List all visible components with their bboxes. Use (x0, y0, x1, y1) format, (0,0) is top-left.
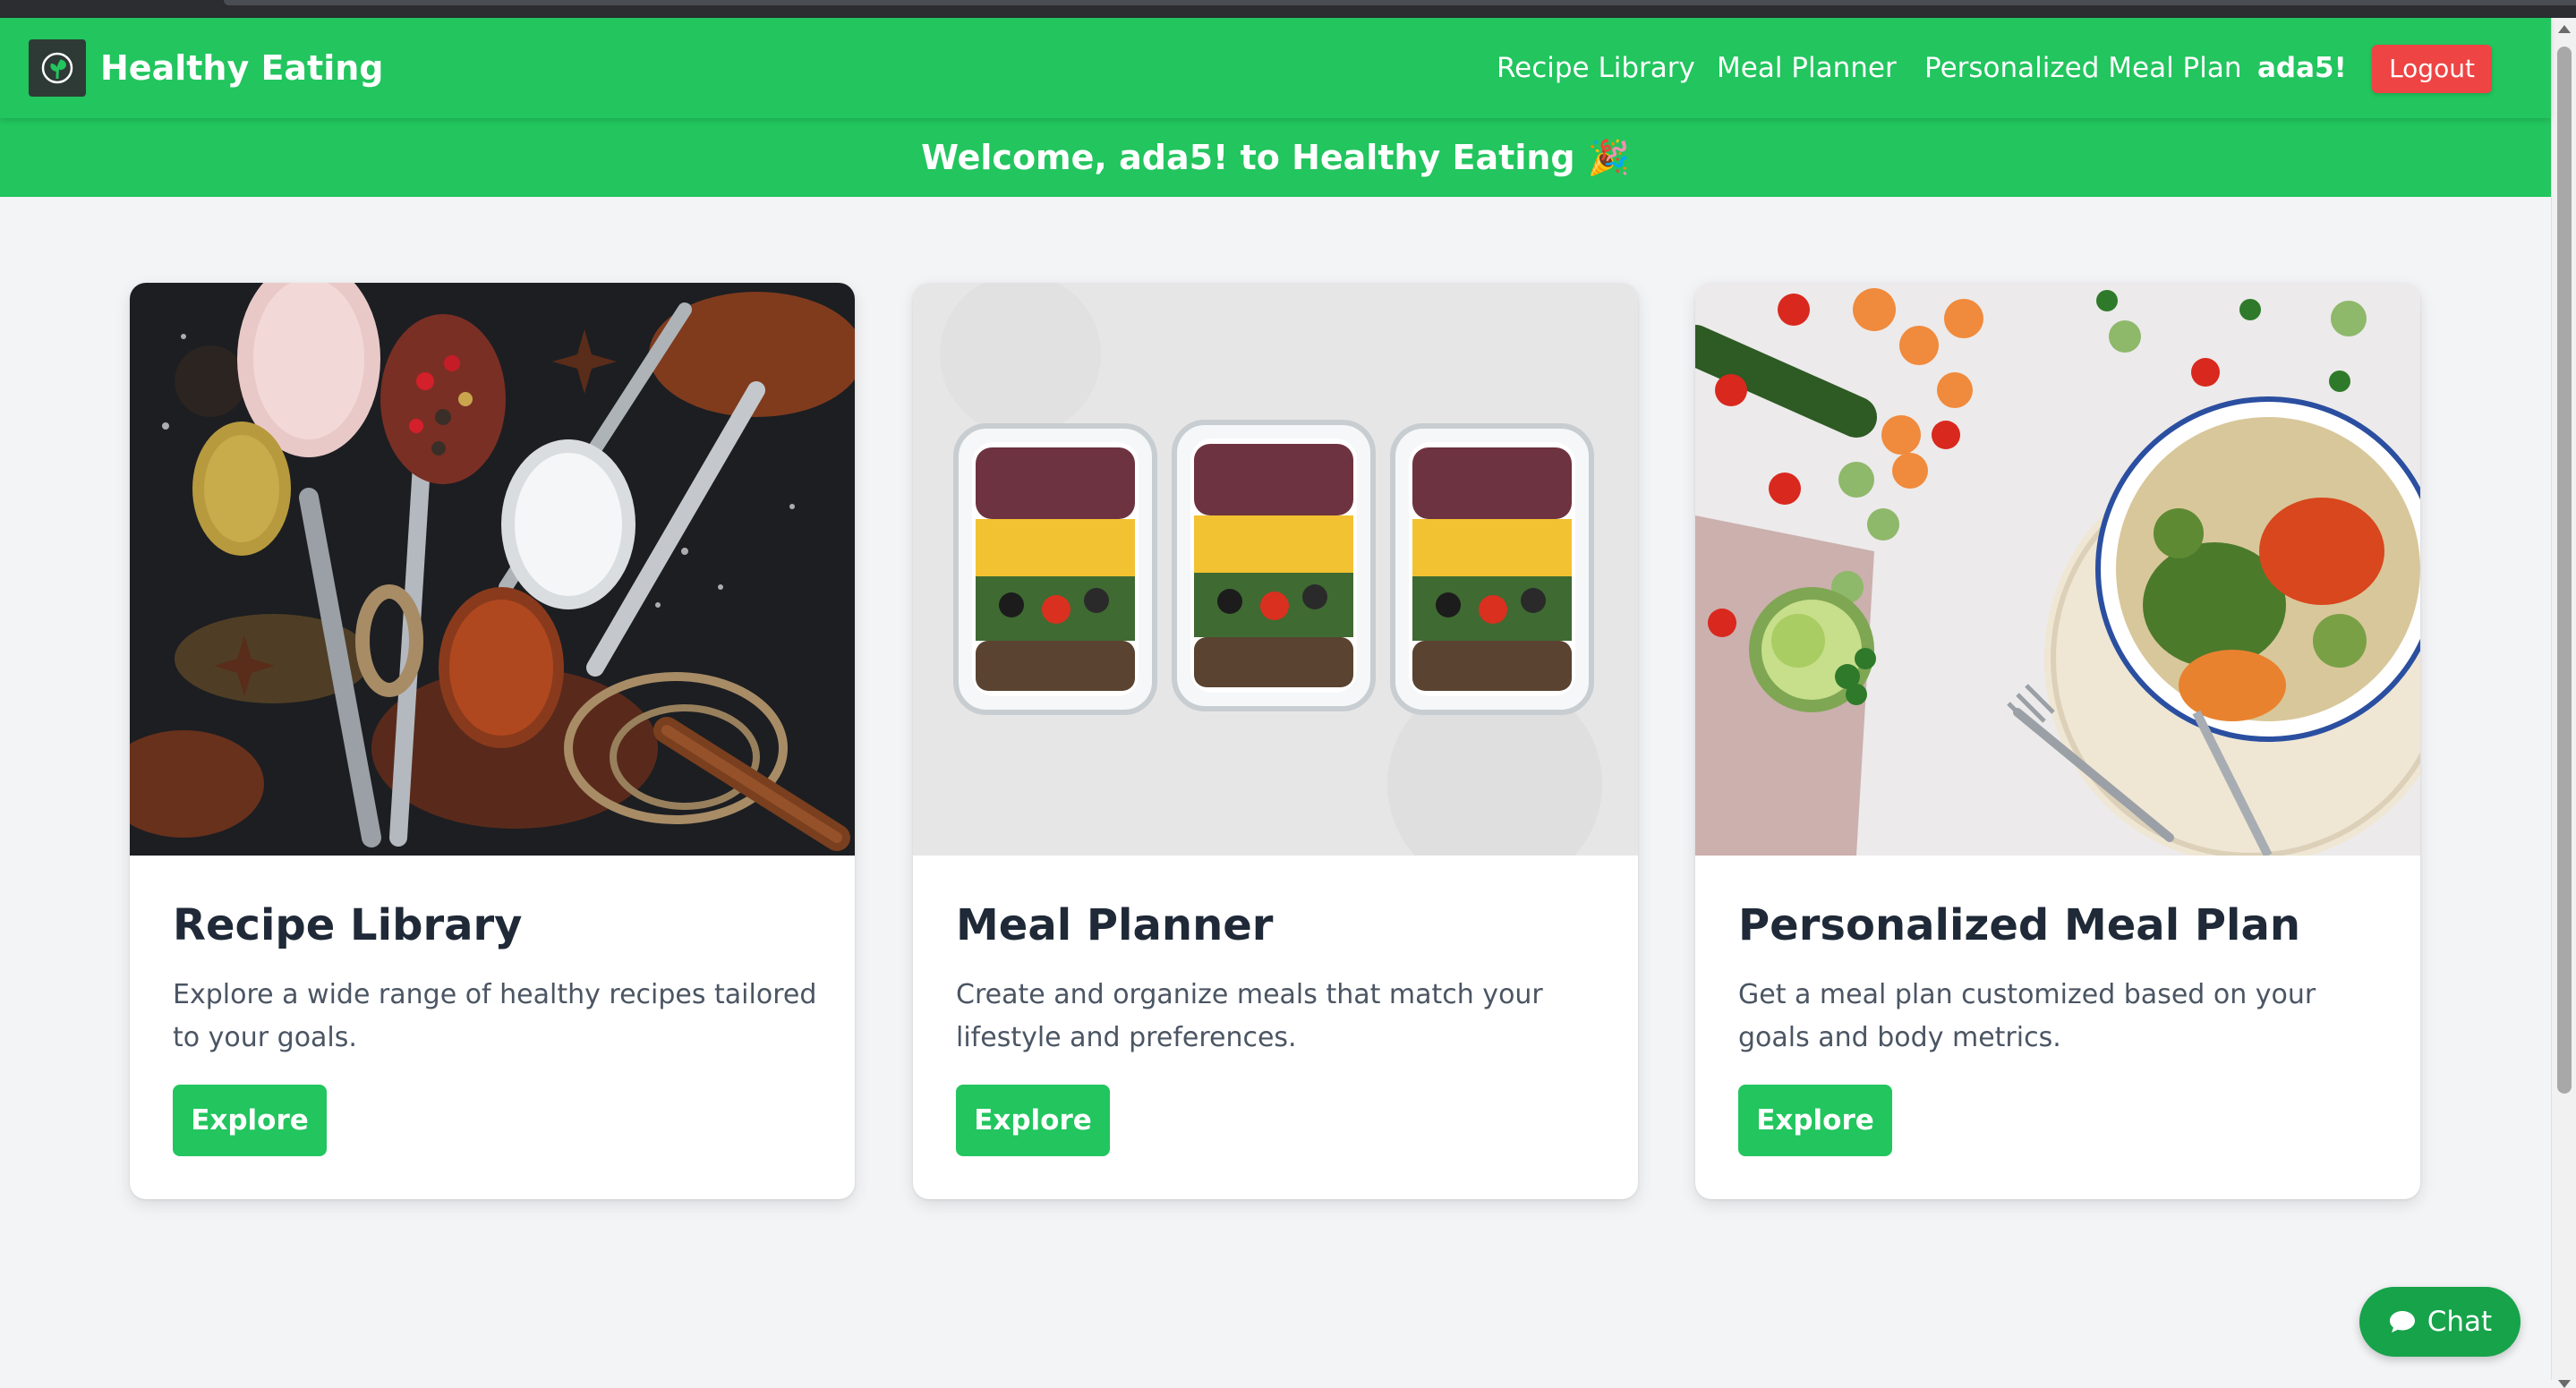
scrollbar-thumb[interactable] (2557, 47, 2572, 1094)
card-description: Get a meal plan customized based on your… (1738, 979, 2316, 1053)
vertical-scrollbar[interactable] (2551, 18, 2576, 1388)
welcome-username: ada5 (1119, 138, 1214, 177)
card-meal-planner: Meal Planner Create and organize meals t… (913, 283, 1638, 1199)
chat-label: Chat (2427, 1306, 2493, 1338)
card-description: Explore a wide range of healthy recipes … (173, 979, 817, 1053)
card-title: Meal Planner (956, 900, 1274, 950)
card-title: Personalized Meal Plan (1738, 900, 2301, 950)
welcome-prefix: Welcome, (921, 138, 1120, 177)
welcome-banner: Welcome, ada5! to Healthy Eating 🎉 (0, 118, 2551, 197)
party-popper-icon: 🎉 (1587, 137, 1630, 177)
meal-prep-image (913, 283, 1638, 856)
nav-link-recipe-library[interactable]: Recipe Library (1497, 45, 1695, 91)
nav-link-meal-planner[interactable]: Meal Planner (1717, 45, 1897, 91)
navbar: Healthy Eating Recipe Library Meal Plann… (0, 18, 2551, 118)
explore-button[interactable]: Explore (1738, 1085, 1892, 1156)
scroll-up-arrow-icon[interactable] (2558, 25, 2571, 33)
browser-chrome (0, 0, 2576, 18)
scroll-down-arrow-icon[interactable] (2558, 1380, 2571, 1388)
chat-bubble-icon (2388, 1309, 2417, 1334)
explore-button[interactable]: Explore (173, 1085, 327, 1156)
leaf-logo-icon[interactable] (29, 39, 86, 97)
card-title: Recipe Library (173, 900, 523, 950)
logout-button[interactable]: Logout (2372, 45, 2492, 93)
explore-button[interactable]: Explore (956, 1085, 1110, 1156)
nav-link-personalized-meal-plan[interactable]: Personalized Meal Plan (1924, 45, 2242, 91)
card-personalized-meal-plan: Personalized Meal Plan Get a meal plan c… (1695, 283, 2420, 1199)
card-description: Create and organize meals that match you… (956, 979, 1543, 1053)
brand-name[interactable]: Healthy Eating (100, 43, 384, 93)
chat-button[interactable]: Chat (2359, 1287, 2521, 1357)
vegetable-bowl-image (1695, 283, 2420, 856)
browser-tab-edge (224, 0, 2576, 5)
spices-image (130, 283, 855, 856)
card-recipe-library: Recipe Library Explore a wide range of h… (130, 283, 855, 1199)
welcome-suffix: ! to Healthy Eating (1213, 138, 1575, 177)
nav-username: ada5! (2257, 52, 2347, 84)
